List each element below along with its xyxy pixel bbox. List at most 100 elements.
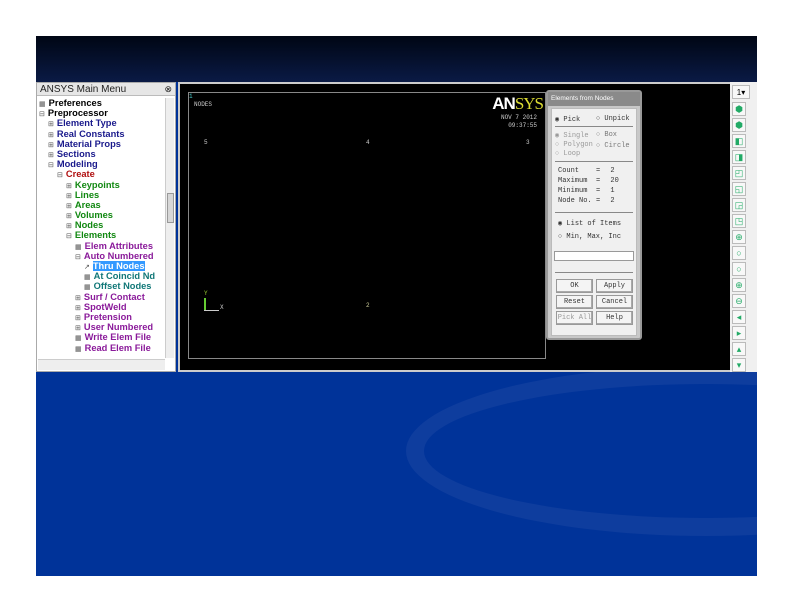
menu-item-spotweld[interactable]: ⊞ SpotWeld <box>39 302 164 312</box>
front-view-icon[interactable]: ◧ <box>732 134 746 148</box>
bottom-view-icon[interactable]: ◱ <box>732 182 746 196</box>
menu-item-label: Modeling <box>56 159 98 170</box>
graphics-window[interactable]: 1 NODES ANSYS NOV 7 2012 09:37:55 5 4 3 … <box>178 82 733 372</box>
expand-icon: ⊞ <box>48 121 54 129</box>
window-select-dropdown[interactable]: 1▾ <box>732 85 750 99</box>
menu-horizontal-scrollbar[interactable] <box>38 359 165 370</box>
collapse-icon: ⊟ <box>66 233 72 241</box>
menu-item-real-constants[interactable]: ⊞ Real Constants <box>39 129 164 139</box>
menu-item-areas[interactable]: ⊞ Areas <box>39 200 164 210</box>
pan-down-icon[interactable]: ▾ <box>732 358 746 372</box>
unpick-radio[interactable]: ○ Unpick <box>596 115 630 123</box>
menu-item-label: Keypoints <box>74 179 120 190</box>
menu-item-nodes[interactable]: ⊞ Nodes <box>39 220 164 230</box>
expand-icon: ⊞ <box>75 304 81 312</box>
menu-item-label: Element Type <box>56 118 117 129</box>
back-view-icon[interactable]: ◨ <box>732 150 746 164</box>
list-of-items-radio[interactable]: ◉ List of Items <box>558 219 621 228</box>
main-menu-panel: ANSYS Main Menu ⊗ ▦ Preferences ⊟ Preprocess… <box>36 82 176 372</box>
menu-item-auto-numbered[interactable]: ⊟ Auto Numbered <box>39 251 164 261</box>
menu-item-thru-nodes[interactable]: ↗ Thru Nodes <box>39 261 164 271</box>
expand-icon: ⊞ <box>75 314 81 322</box>
menu-item-write-elem-file[interactable]: ▦ Write Elem File <box>39 332 164 342</box>
stat-value: 1 <box>610 187 615 195</box>
zoom-icon[interactable]: ⊕ <box>732 230 746 244</box>
axis-x-label: X <box>220 304 224 311</box>
menu-item-preferences[interactable]: ▦ Preferences <box>39 98 164 108</box>
stat-value: 20 <box>610 177 619 185</box>
menu-item-label: Areas <box>74 199 101 210</box>
menu-tree: ▦ Preferences ⊟ Preprocessor ⊞ Element Type ⊞ R… <box>39 98 164 358</box>
pan-up-icon[interactable]: ▴ <box>732 342 746 356</box>
scroll-thumb[interactable] <box>167 193 174 223</box>
cancel-button[interactable]: Cancel <box>596 295 633 309</box>
menu-item-offset-nodes[interactable]: ▦ Offset Nodes <box>39 281 164 291</box>
zoom-back-icon[interactable]: ○ <box>732 262 746 276</box>
menu-item-surf-contact[interactable]: ⊞ Surf / Contact <box>39 292 164 302</box>
function-icon: ▦ <box>39 101 46 108</box>
menu-item-keypoints[interactable]: ⊞ Keypoints <box>39 180 164 190</box>
expand-icon: ⊞ <box>48 131 54 139</box>
menu-item-sections[interactable]: ⊞ Sections <box>39 149 164 159</box>
min-max-inc-radio[interactable]: ○ Min, Max, Inc <box>558 233 621 241</box>
top-view-icon[interactable]: ◰ <box>732 166 746 180</box>
menu-item-label: Create <box>65 169 95 180</box>
menu-item-label: Offset Nodes <box>93 281 152 292</box>
oblique-view-icon[interactable]: ⬢ <box>732 118 746 132</box>
menu-item-label: SpotWeld <box>83 301 127 312</box>
plot-frame: 1 NODES ANSYS NOV 7 2012 09:37:55 5 4 3 … <box>188 92 546 359</box>
menu-vertical-scrollbar[interactable] <box>165 98 174 358</box>
menu-item-label: Write Elem File <box>84 332 152 343</box>
menu-item-pretension[interactable]: ⊞ Pretension <box>39 312 164 322</box>
menu-item-elem-attributes[interactable]: ▦ Elem Attributes <box>39 241 164 251</box>
menu-item-create[interactable]: ⊟ Create <box>39 169 164 179</box>
stat-key: Node No. <box>558 197 592 205</box>
menu-item-user-numbered[interactable]: ⊞ User Numbered <box>39 322 164 332</box>
help-button[interactable]: Help <box>596 311 633 325</box>
dialog-title: Elements from Nodes <box>548 92 640 106</box>
pick-input[interactable] <box>554 251 634 261</box>
menu-title-text: ANSYS Main Menu <box>40 84 127 95</box>
menu-item-modeling[interactable]: ⊟ Modeling <box>39 159 164 169</box>
menu-item-label: Thru Nodes <box>92 261 145 271</box>
right-view-icon[interactable]: ◳ <box>732 214 746 228</box>
left-view-icon[interactable]: ◲ <box>732 198 746 212</box>
stat-row: Node No. = 2 <box>558 197 615 205</box>
menu-item-element-type[interactable]: ⊞ Element Type <box>39 118 164 128</box>
reset-button[interactable]: Reset <box>556 295 593 309</box>
menu-item-preprocessor[interactable]: ⊟ Preprocessor <box>39 108 164 118</box>
zoom-out-icon[interactable]: ⊖ <box>732 294 746 308</box>
expand-icon: ⊞ <box>66 223 72 231</box>
node-label: 3 <box>526 139 530 146</box>
collapse-icon: ⊟ <box>75 253 81 261</box>
pan-left-icon[interactable]: ◂ <box>732 310 746 324</box>
menu-item-label: Real Constants <box>56 128 125 139</box>
zoom-in-icon[interactable]: ⊕ <box>732 278 746 292</box>
apply-button[interactable]: Apply <box>596 279 633 293</box>
menu-item-volumes[interactable]: ⊞ Volumes <box>39 210 164 220</box>
iso-view-icon[interactable]: ⬢ <box>732 102 746 116</box>
pan-right-icon[interactable]: ▸ <box>732 326 746 340</box>
menu-item-material-props[interactable]: ⊞ Material Props <box>39 139 164 149</box>
expand-icon: ⊞ <box>75 325 81 333</box>
menu-item-elements[interactable]: ⊟ Elements <box>39 230 164 240</box>
collapse-icon[interactable]: ⊗ <box>164 83 172 96</box>
expand-icon: ⊞ <box>66 213 72 221</box>
pick-radio[interactable]: ◉ Pick <box>555 115 580 124</box>
stat-value: 2 <box>610 167 615 175</box>
ok-button[interactable]: OK <box>556 279 593 293</box>
collapse-icon: ⊟ <box>48 162 54 170</box>
menu-item-label: Preprocessor <box>47 108 108 119</box>
menu-item-lines[interactable]: ⊞ Lines <box>39 190 164 200</box>
menu-item-read-elem-file[interactable]: ▦ Read Elem File <box>39 343 164 353</box>
menu-item-label: Nodes <box>74 220 104 231</box>
function-icon: ▦ <box>75 345 82 353</box>
menu-item-at-coincid-nd[interactable]: ▦ At Coincid Nd <box>39 271 164 281</box>
node-label: 2 <box>366 302 370 309</box>
menu-item-label: At Coincid Nd <box>93 271 156 282</box>
pick-all-button: Pick All <box>556 311 593 325</box>
stat-key: Count <box>558 167 580 175</box>
zoom-box-icon[interactable]: ○ <box>732 246 746 260</box>
expand-icon: ⊞ <box>66 192 72 200</box>
single-radio: ◉ Single <box>555 132 589 140</box>
